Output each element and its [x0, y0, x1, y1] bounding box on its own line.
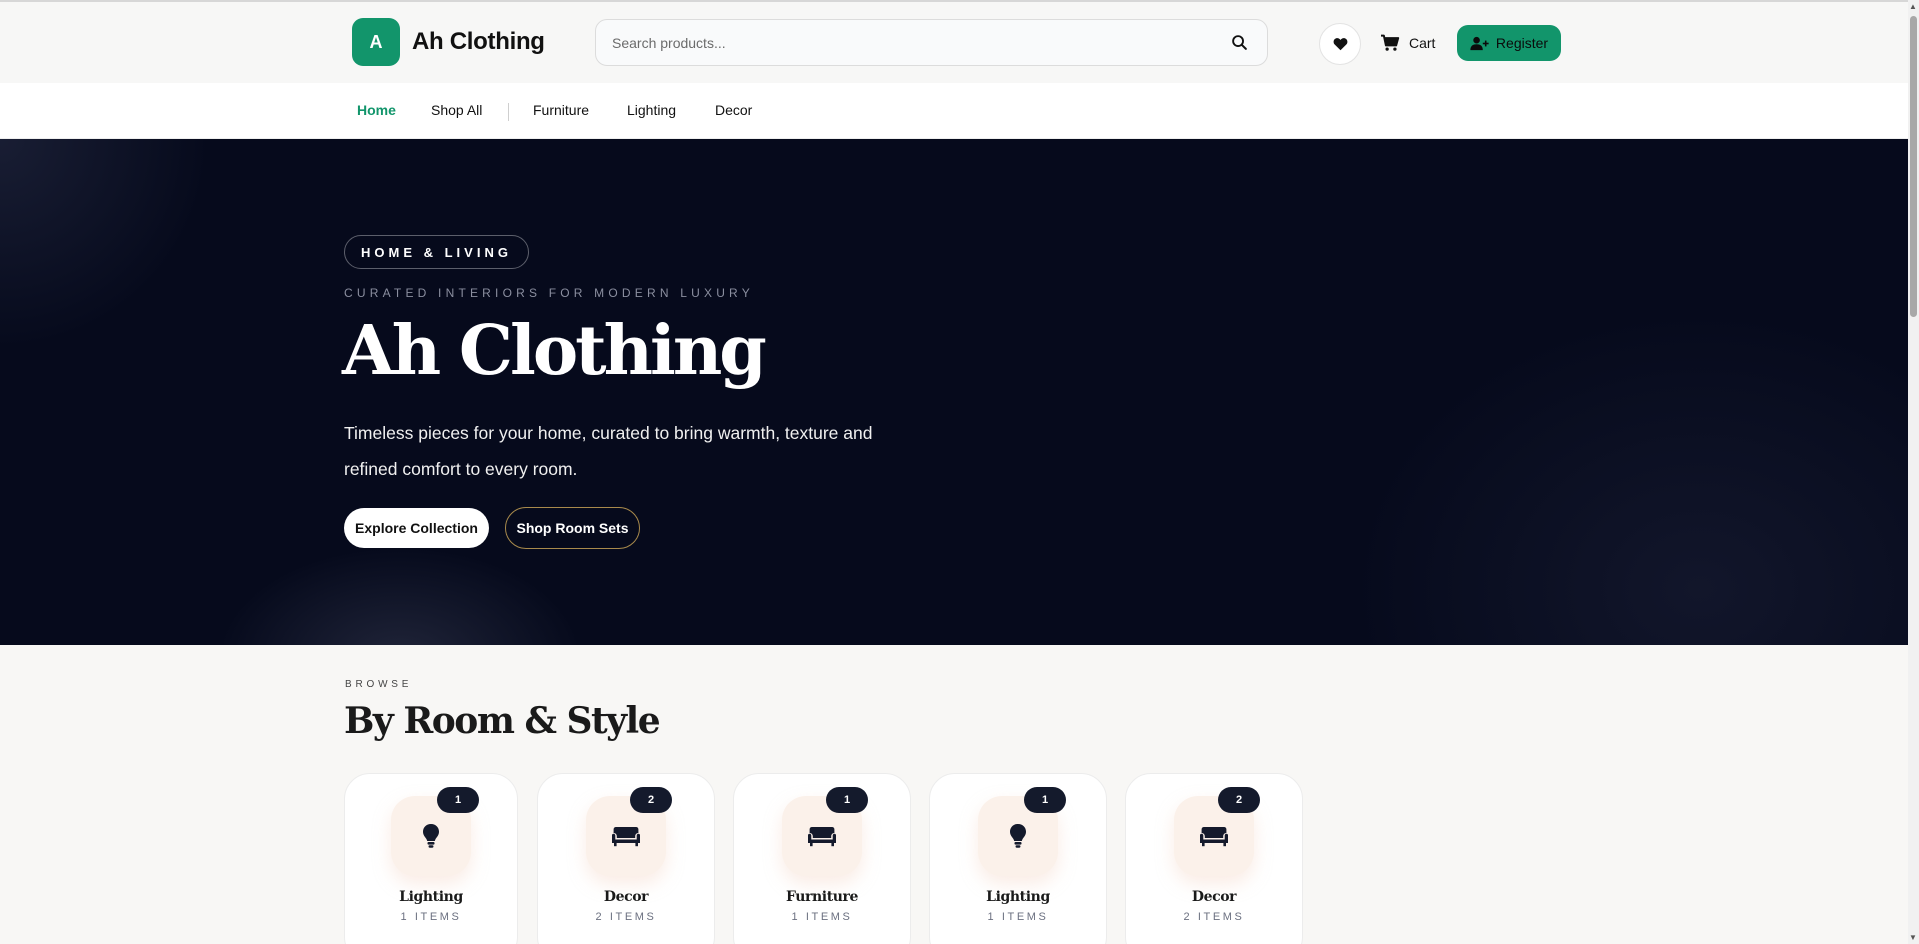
brand-logo: A	[352, 18, 400, 66]
card-name: Decor	[603, 889, 649, 905]
user-plus-icon	[1470, 36, 1489, 50]
hero-kicker: CURATED INTERIORS FOR MODERN LUXURY	[344, 286, 754, 300]
register-button[interactable]: Register	[1457, 25, 1561, 61]
category-card-decor[interactable]: 2 Decor 2 ITEMS	[537, 773, 715, 944]
nav-item-lighting[interactable]: Lighting	[627, 102, 676, 118]
lightbulb-icon	[423, 824, 439, 848]
register-label: Register	[1495, 35, 1549, 51]
heart-icon	[1333, 38, 1347, 51]
page-scrollbar[interactable]: ▲ ▼	[1908, 0, 1919, 944]
card-name: Furniture	[785, 889, 859, 905]
cart-button[interactable]: Cart	[1380, 30, 1435, 56]
brand-name: Ah Clothing	[412, 28, 545, 55]
nav-item-furniture[interactable]: Furniture	[533, 102, 589, 118]
site-header: A Ah Clothing Cart R	[0, 2, 1908, 83]
section-kicker: BROWSE	[345, 679, 413, 690]
nav-item-shop-all[interactable]: Shop All	[431, 102, 482, 118]
main-nav: Home Shop All Furniture Lighting Decor	[0, 83, 1908, 139]
scroll-down-arrow-icon[interactable]: ▼	[1909, 933, 1917, 942]
hero-section: HOME & LIVING CURATED INTERIORS FOR MODE…	[0, 139, 1908, 645]
card-name: Lighting	[399, 889, 463, 905]
cart-label: Cart	[1409, 35, 1436, 51]
search-button[interactable]	[1227, 31, 1251, 55]
card-items-count: 2 ITEMS	[1183, 911, 1245, 923]
category-card-lighting[interactable]: 1 Lighting 1 ITEMS	[344, 773, 518, 944]
nav-item-home[interactable]: Home	[357, 102, 396, 118]
search-bar	[595, 19, 1268, 66]
hero-title: Ah Clothing	[342, 311, 767, 391]
card-name: Decor	[1191, 889, 1237, 905]
card-count-badge: 2	[630, 787, 672, 813]
hero-description: Timeless pieces for your home, curated t…	[344, 423, 873, 479]
shop-room-sets-button[interactable]: Shop Room Sets	[505, 507, 640, 549]
category-card-decor[interactable]: 2 Decor 2 ITEMS	[1125, 773, 1303, 944]
lightbulb-icon	[1010, 824, 1026, 848]
section-title: By Room & Style	[344, 700, 661, 742]
card-items-count: 1 ITEMS	[791, 911, 853, 923]
card-count-badge: 1	[1024, 787, 1066, 813]
card-count-badge: 2	[1218, 787, 1260, 813]
card-items-count: 2 ITEMS	[595, 911, 657, 923]
search-icon	[1231, 35, 1247, 50]
couch-icon	[1200, 827, 1228, 847]
scrollbar-thumb[interactable]	[1910, 16, 1917, 317]
search-input[interactable]	[612, 34, 1227, 51]
card-count-badge: 1	[826, 787, 868, 813]
cart-icon	[1381, 34, 1400, 51]
category-card-lighting[interactable]: 1 Lighting 1 ITEMS	[929, 773, 1107, 944]
couch-icon	[612, 827, 640, 847]
card-name: Lighting	[986, 889, 1050, 905]
explore-collection-button[interactable]: Explore Collection	[344, 508, 489, 548]
card-items-count: 1 ITEMS	[987, 911, 1049, 923]
couch-icon	[808, 827, 836, 847]
nav-divider	[508, 103, 509, 121]
nav-item-decor[interactable]: Decor	[715, 102, 752, 118]
card-count-badge: 1	[437, 787, 479, 813]
scroll-up-arrow-icon[interactable]: ▲	[1909, 2, 1917, 11]
wishlist-button[interactable]	[1319, 23, 1361, 65]
card-items-count: 1 ITEMS	[400, 911, 462, 923]
brand[interactable]: A Ah Clothing	[352, 18, 545, 66]
category-card-furniture[interactable]: 1 Furniture 1 ITEMS	[733, 773, 911, 944]
hero-badge: HOME & LIVING	[344, 235, 529, 269]
